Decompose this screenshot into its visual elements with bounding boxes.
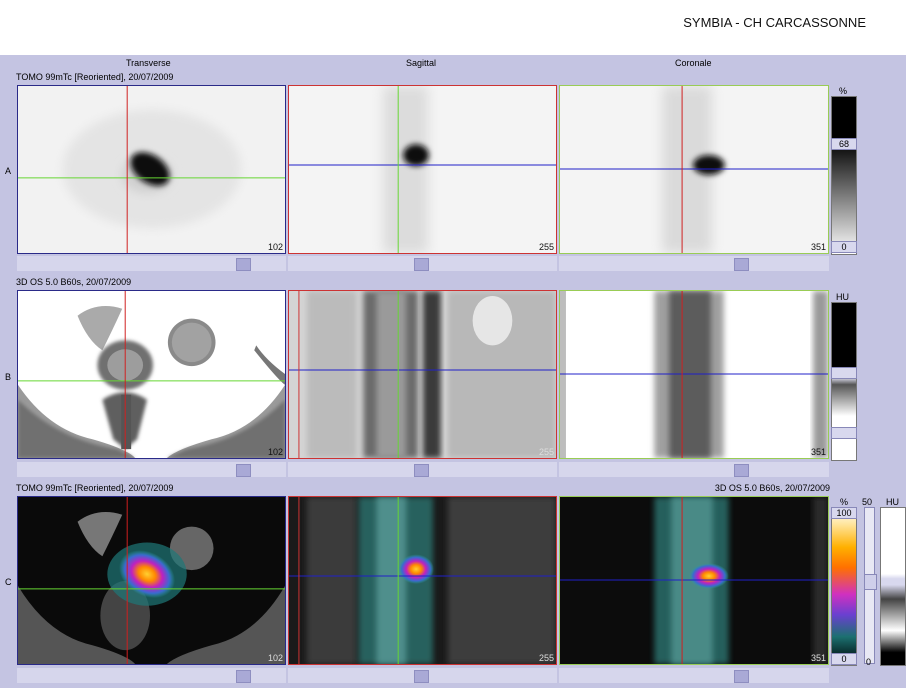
colorbar-bottom-value[interactable]: 0 bbox=[831, 653, 857, 665]
blend-slider-track[interactable] bbox=[864, 507, 877, 664]
pet-unit-label: % bbox=[840, 497, 849, 507]
transverse-slice-scrollbar[interactable] bbox=[17, 256, 286, 271]
scrollbar-thumb[interactable] bbox=[414, 670, 429, 683]
ct-coronal-viewport[interactable]: 351 bbox=[559, 290, 829, 459]
blend-bottom-label: 0 bbox=[866, 657, 872, 667]
slice-number: 255 bbox=[538, 653, 554, 663]
scrollbar-thumb[interactable] bbox=[236, 464, 251, 477]
row-a-series-label: TOMO 99mTc [Reoriented], 20/07/2009 bbox=[16, 72, 174, 82]
slice-number: 255 bbox=[538, 242, 554, 252]
view-label-transverse: Transverse bbox=[126, 58, 171, 68]
spect-coronal-viewport[interactable]: 351 bbox=[559, 85, 829, 254]
scrollbar-thumb[interactable] bbox=[236, 670, 251, 683]
colorbar-top-value[interactable]: 100 bbox=[831, 507, 857, 519]
ct-unit-label: HU bbox=[886, 497, 899, 507]
viewer-workspace: Transverse Sagittal Coronale TOMO 99mTc … bbox=[0, 55, 906, 688]
slice-number: 255 bbox=[538, 447, 554, 457]
sagittal-slice-scrollbar[interactable] bbox=[288, 668, 557, 683]
coronal-slice-scrollbar[interactable] bbox=[559, 668, 829, 683]
fusion-transverse-viewport[interactable]: 102 bbox=[17, 496, 286, 665]
row-c-series-right: 3D OS 5.0 B60s, 20/07/2009 bbox=[714, 483, 830, 493]
grayscale-colorbar[interactable] bbox=[831, 96, 857, 255]
window-bottom-handle[interactable] bbox=[831, 427, 857, 439]
view-label-sagittal: Sagittal bbox=[406, 58, 437, 68]
title-bar: SYMBIA - CH CARCASSONNE bbox=[0, 0, 906, 55]
ct-grayscale-colorbar[interactable] bbox=[880, 507, 906, 666]
site-title: SYMBIA - CH CARCASSONNE bbox=[683, 15, 866, 30]
slice-number: 351 bbox=[810, 447, 826, 457]
spect-transverse-viewport[interactable]: 102 bbox=[17, 85, 286, 254]
spect-sagittal-viewport[interactable]: 255 bbox=[288, 85, 557, 254]
slice-number: 102 bbox=[267, 653, 283, 663]
coronal-slice-scrollbar[interactable] bbox=[559, 462, 829, 477]
slice-number: 102 bbox=[267, 242, 283, 252]
row-a-letter: A bbox=[5, 166, 12, 176]
blend-value-label: 50 bbox=[862, 497, 873, 507]
ct-transverse-viewport[interactable]: 102 bbox=[17, 290, 286, 459]
transverse-slice-scrollbar[interactable] bbox=[17, 668, 286, 683]
scrollbar-thumb[interactable] bbox=[734, 258, 749, 271]
colorbar-top-value[interactable]: 68 bbox=[831, 138, 857, 150]
view-label-coronal: Coronale bbox=[675, 58, 712, 68]
row-b-letter: B bbox=[5, 372, 12, 382]
row-c-letter: C bbox=[5, 577, 12, 587]
row-c-series-left: TOMO 99mTc [Reoriented], 20/07/2009 bbox=[16, 483, 174, 493]
row-b-unit-label: HU bbox=[836, 292, 849, 302]
scrollbar-thumb[interactable] bbox=[414, 464, 429, 477]
ct-sagittal-viewport[interactable]: 255 bbox=[288, 290, 557, 459]
transverse-slice-scrollbar[interactable] bbox=[17, 462, 286, 477]
blend-slider-thumb[interactable] bbox=[864, 574, 877, 590]
pet-colorbar[interactable] bbox=[831, 507, 857, 666]
sagittal-slice-scrollbar[interactable] bbox=[288, 462, 557, 477]
scrollbar-thumb[interactable] bbox=[734, 670, 749, 683]
coronal-slice-scrollbar[interactable] bbox=[559, 256, 829, 271]
row-a-unit-label: % bbox=[839, 86, 848, 96]
sagittal-slice-scrollbar[interactable] bbox=[288, 256, 557, 271]
slice-number: 351 bbox=[810, 242, 826, 252]
scrollbar-thumb[interactable] bbox=[236, 258, 251, 271]
colorbar-bottom-value[interactable]: 0 bbox=[831, 241, 857, 253]
slice-number: 351 bbox=[810, 653, 826, 663]
row-b-series-label: 3D OS 5.0 B60s, 20/07/2009 bbox=[16, 277, 132, 287]
window-top-handle[interactable] bbox=[831, 367, 857, 379]
fusion-sagittal-viewport[interactable]: 255 bbox=[288, 496, 557, 665]
fusion-coronal-viewport[interactable]: 351 bbox=[559, 496, 829, 665]
scrollbar-thumb[interactable] bbox=[414, 258, 429, 271]
scrollbar-thumb[interactable] bbox=[734, 464, 749, 477]
slice-number: 102 bbox=[267, 447, 283, 457]
